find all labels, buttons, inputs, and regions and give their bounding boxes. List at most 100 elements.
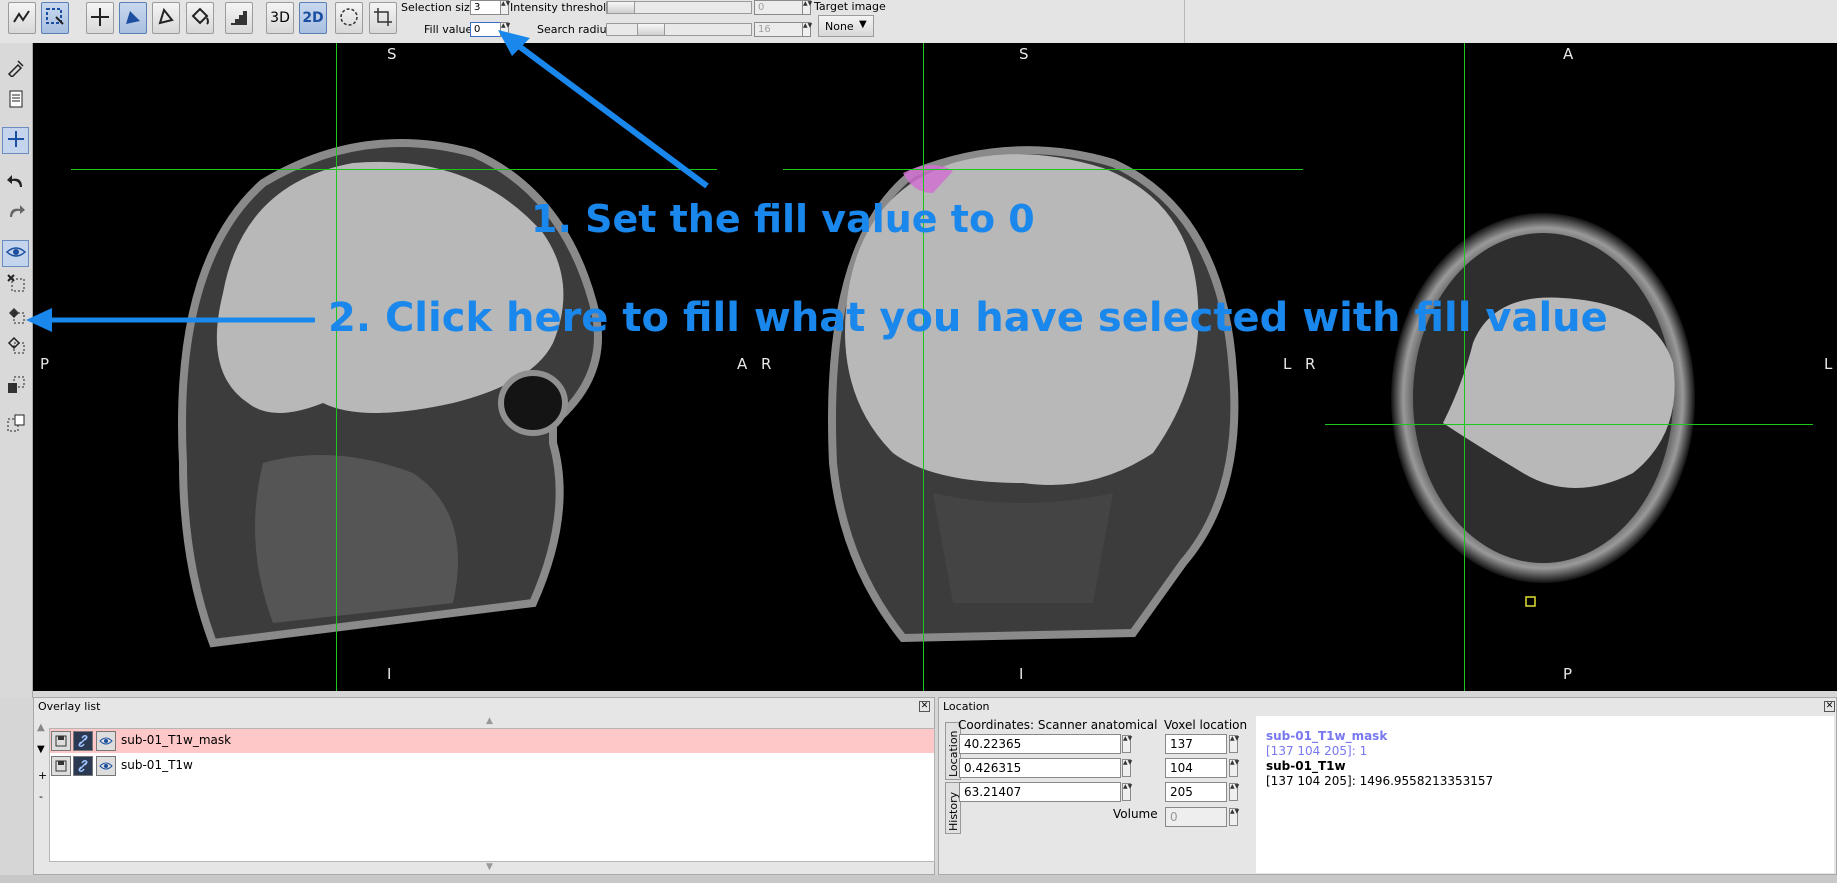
edit-mode-button[interactable]	[2, 55, 29, 82]
undo-button[interactable]	[2, 169, 29, 196]
crosshair-button[interactable]	[86, 2, 114, 34]
move-up-button[interactable]: ▲	[37, 722, 45, 733]
voxel-z-input[interactable]: 205	[1165, 782, 1227, 802]
coronal-top-label: S	[1019, 45, 1029, 63]
ortho-viewer[interactable]: S I P A S I R L A P R L	[33, 43, 1837, 691]
redo-button[interactable]	[2, 199, 29, 226]
coord-y-input[interactable]: 0.426315	[959, 758, 1121, 778]
scroll-down-icon[interactable]: ▼	[486, 862, 493, 872]
view-3d-label: 3D	[270, 10, 290, 26]
info-layer-name-t1w: sub-01_T1w	[1266, 759, 1346, 773]
show-selection-button[interactable]	[2, 240, 29, 267]
move-down-button[interactable]: ▼	[37, 744, 45, 755]
paste-icon	[6, 413, 26, 436]
circle-select-button[interactable]	[335, 2, 363, 34]
intensity-threshold-input[interactable]: 0	[754, 0, 804, 15]
link-icon[interactable]	[73, 756, 93, 776]
sagittal-right-label: A	[737, 355, 748, 373]
crosshair-toggle-button[interactable]	[2, 127, 29, 154]
copy-selection-button[interactable]	[2, 373, 29, 400]
sagittal-crosshair-horizontal	[71, 169, 717, 170]
status-bar	[0, 875, 1837, 883]
coord-x-stepper[interactable]: ▲▼	[1122, 735, 1132, 753]
redo-icon	[6, 201, 26, 224]
document-icon	[6, 89, 26, 112]
fill-bucket-button[interactable]	[186, 2, 214, 34]
threshold-button[interactable]	[225, 2, 253, 34]
link-icon[interactable]	[73, 731, 93, 751]
coord-z-stepper[interactable]: ▲▼	[1122, 783, 1132, 801]
voxel-y-input[interactable]: 104	[1165, 758, 1227, 778]
add-overlay-button[interactable]: +	[38, 769, 47, 782]
clear-selection-button[interactable]	[2, 271, 29, 298]
coord-z-input[interactable]: 63.21407	[959, 782, 1121, 802]
annotation-step2: 2. Click here to fill what you have sele…	[328, 295, 1608, 341]
fill-value-stepper[interactable]: ▲▼	[500, 22, 510, 37]
chevron-down-icon: ▼	[859, 19, 867, 30]
volume-stepper[interactable]: ▲▼	[1229, 808, 1239, 826]
coord-y-stepper[interactable]: ▲▼	[1122, 759, 1132, 777]
annotation-step1: 1. Set the fill value to 0	[531, 197, 1035, 241]
crosshair-icon	[89, 6, 111, 31]
erase-selection-button[interactable]	[2, 333, 29, 360]
overlay-row-mask[interactable]: sub-01_T1w_mask	[50, 729, 934, 753]
overlay-row-t1w[interactable]: sub-01_T1w	[50, 754, 934, 778]
close-icon[interactable]: ✕	[919, 701, 930, 712]
erase-button[interactable]	[152, 2, 180, 34]
eye-icon[interactable]	[96, 731, 116, 751]
overlay-listbox[interactable]: sub-01_T1w_mask sub-01_T1w	[49, 728, 935, 862]
undo-icon	[6, 171, 26, 194]
select-tool-button[interactable]	[41, 2, 69, 34]
axial-crosshair-vertical	[1464, 43, 1465, 691]
coronal-left-label: R	[761, 355, 772, 373]
bucket-icon	[189, 6, 211, 31]
voxel-label: Voxel location	[1164, 718, 1248, 732]
search-radius-stepper[interactable]: ▲▼	[802, 22, 812, 37]
info-layer-value-mask: [137 104 205]: 1	[1266, 744, 1368, 758]
selection-size-input[interactable]: 3	[470, 0, 502, 15]
search-radius-input[interactable]: 16	[754, 22, 804, 37]
cursor-cross-icon	[6, 129, 26, 152]
intensity-threshold-stepper[interactable]: ▲▼	[802, 0, 812, 15]
save-icon[interactable]	[51, 756, 71, 776]
select-icon	[44, 6, 66, 31]
axial-right-label: L	[1824, 355, 1833, 373]
crop-button[interactable]	[369, 2, 397, 34]
view-2d-button[interactable]: 2D	[299, 2, 327, 34]
navigate-tool-button[interactable]	[8, 2, 36, 34]
voxel-x-stepper[interactable]: ▲▼	[1229, 735, 1239, 753]
scroll-up-icon[interactable]: ▲	[486, 716, 493, 726]
fill-value-label: Fill value	[424, 23, 473, 36]
save-icon[interactable]	[51, 731, 71, 751]
axial-bottom-label: P	[1563, 665, 1573, 683]
pencil-button[interactable]	[119, 2, 147, 34]
eye-icon[interactable]	[96, 756, 116, 776]
fill-value-input[interactable]: 0	[470, 22, 502, 37]
fill-selection-icon	[6, 305, 26, 328]
close-icon[interactable]: ✕	[1824, 701, 1835, 712]
volume-input[interactable]: 0	[1165, 807, 1227, 827]
view-3d-button[interactable]: 3D	[266, 2, 294, 34]
copy-icon	[6, 375, 26, 398]
voxel-x-input[interactable]: 137	[1165, 734, 1227, 754]
selection-size-stepper[interactable]: ▲▼	[500, 0, 510, 15]
search-radius-slider-knob[interactable]	[637, 24, 665, 35]
target-image-dropdown[interactable]: None ▼	[818, 15, 874, 37]
top-toolbar: 3D 2D Selection size 3 ▲▼ Fill value 0 ▲…	[0, 0, 1837, 44]
eye-icon	[5, 242, 26, 265]
intensity-threshold-slider[interactable]	[606, 1, 752, 14]
intensity-slider-knob[interactable]	[607, 2, 635, 13]
axial-slice	[1391, 213, 1695, 607]
coord-x-input[interactable]: 40.22365	[959, 734, 1121, 754]
search-radius-slider[interactable]	[606, 23, 752, 36]
layer-properties-button[interactable]	[2, 87, 29, 114]
overlay-name: sub-01_T1w_mask	[121, 733, 232, 747]
voxel-z-stepper[interactable]: ▲▼	[1229, 783, 1239, 801]
paste-selection-button[interactable]	[2, 411, 29, 438]
voxel-y-stepper[interactable]: ▲▼	[1229, 759, 1239, 777]
remove-overlay-button[interactable]: -	[39, 790, 43, 803]
coronal-bottom-label: I	[1019, 665, 1024, 683]
brain-slices-canvas[interactable]	[33, 43, 1837, 691]
coronal-crosshair-vertical	[923, 43, 924, 691]
fill-selection-button[interactable]	[2, 303, 29, 330]
